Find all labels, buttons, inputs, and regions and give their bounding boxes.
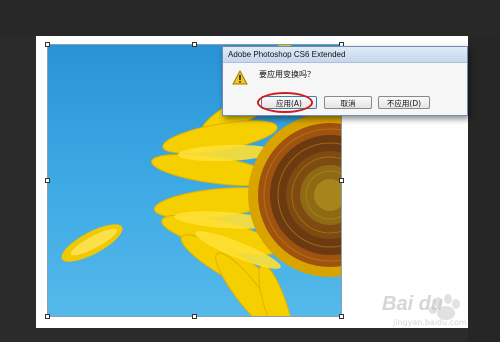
workspace-top-bar — [0, 0, 500, 36]
transform-handle-middle-left[interactable] — [45, 178, 50, 183]
watermark-subtext: jingyan.baidu.com — [393, 318, 467, 327]
cancel-button[interactable]: 取消 — [324, 96, 372, 109]
watermark-logo: Bai du — [382, 293, 444, 315]
transform-handle-middle-right[interactable] — [339, 178, 344, 183]
transform-handle-top-middle[interactable] — [192, 42, 197, 47]
warning-icon — [232, 69, 248, 85]
transform-handle-top-left[interactable] — [45, 42, 50, 47]
highlight-annotation-circle — [257, 92, 313, 113]
dialog-title: Adobe Photoshop CS6 Extended — [223, 47, 467, 63]
dont-apply-button[interactable]: 不应用(D) — [378, 96, 430, 109]
dialog-message: 要应用变换吗？ — [259, 70, 315, 79]
transform-handle-bottom-left[interactable] — [45, 314, 50, 319]
transform-handle-bottom-right[interactable] — [339, 314, 344, 319]
transform-handle-bottom-middle[interactable] — [192, 314, 197, 319]
